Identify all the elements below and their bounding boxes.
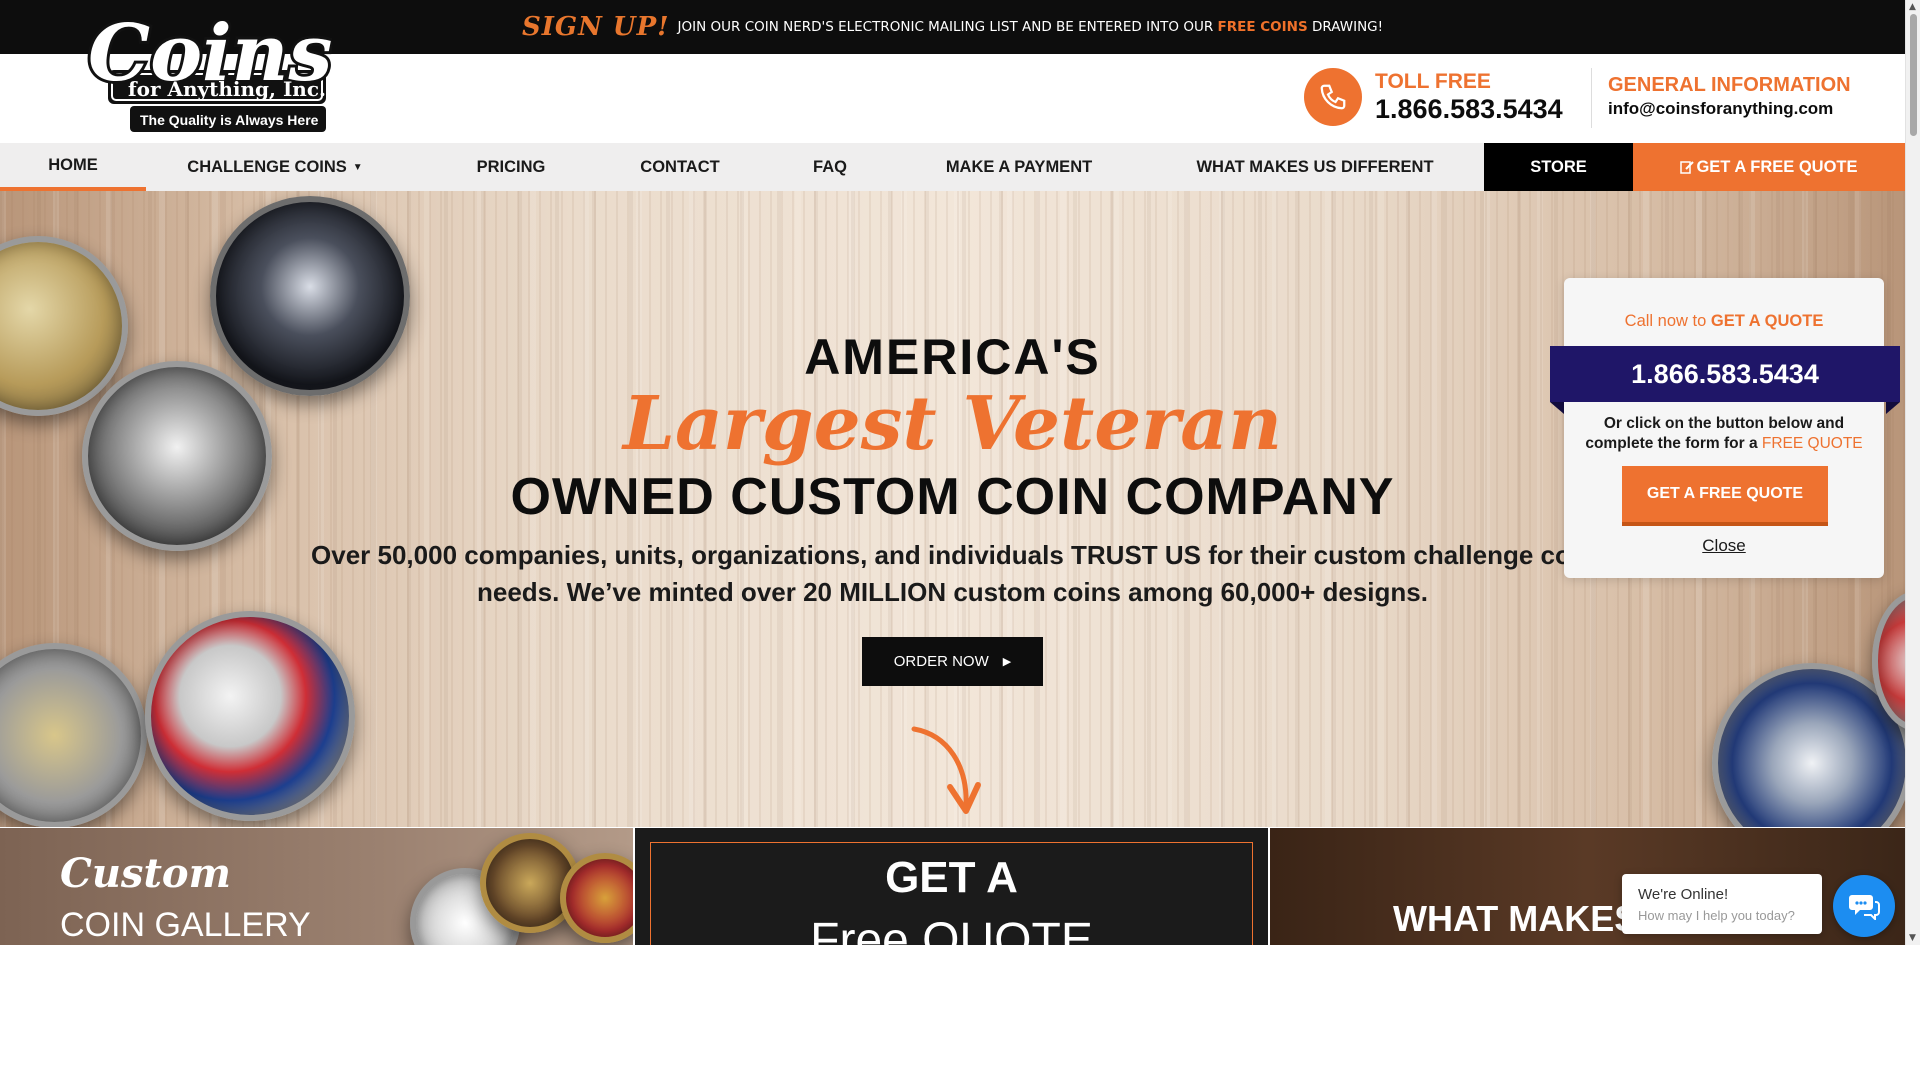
coin-image	[560, 853, 633, 943]
scroll-up-icon[interactable]: ▲	[1909, 2, 1916, 12]
nav-store[interactable]: STORE	[1484, 143, 1633, 191]
scroll-down-icon[interactable]: ▼	[1909, 933, 1916, 943]
general-info-email[interactable]: info@coinsforanything.com	[1608, 99, 1833, 119]
popup-call-prefix: Call now to	[1624, 312, 1711, 330]
chat-online-text: We're Online!	[1638, 886, 1729, 903]
header-divider	[1591, 68, 1592, 128]
nav-home[interactable]: HOME	[0, 143, 146, 191]
popup-call-bold: GET A QUOTE	[1710, 312, 1824, 330]
nav-contact[interactable]: CONTACT	[627, 143, 733, 191]
scrollbar-thumb[interactable]	[1910, 14, 1917, 136]
announcement-text-end: DRAWING!	[1307, 19, 1384, 35]
ribbon-fold-left	[1550, 402, 1564, 414]
nav-get-a-free-quote-label: GET A FREE QUOTE	[1696, 157, 1858, 176]
get-a-quote-panel[interactable]: GET A Free QUOTE	[635, 828, 1268, 945]
order-now-label: ORDER NOW	[893, 653, 989, 670]
quote-panel-title: GET A	[885, 853, 1018, 902]
gallery-title: COIN GALLERY	[60, 906, 311, 944]
announcement-text: JOIN OUR COIN NERD'S ELECTRONIC MAILING …	[677, 19, 1218, 35]
coin-image	[0, 643, 147, 827]
chat-help-text: How may I help you today?	[1638, 908, 1795, 923]
edit-icon	[1680, 161, 1695, 174]
nav-what-makes-us-different-label: WHAT MAKES US DIFFERENT	[1196, 157, 1434, 176]
nav-faq-label: FAQ	[813, 157, 847, 176]
popup-instructions: Or click on the button below and complet…	[1574, 414, 1874, 454]
coin-gallery-panel[interactable]: Custom COIN GALLERY	[0, 828, 633, 945]
nav-pricing-label: PRICING	[476, 157, 546, 176]
popup-get-a-free-quote-button[interactable]: GET A FREE QUOTE	[1622, 466, 1828, 526]
vertical-scrollbar[interactable]: ▲ ▼	[1905, 0, 1920, 945]
order-now-button[interactable]: ORDER NOW ▶	[862, 637, 1043, 686]
main-navigation: HOME CHALLENGE COINS ▼ PRICING CONTACT FA…	[0, 143, 1905, 191]
toll-free-number[interactable]: 1.866.583.5434	[1375, 94, 1563, 125]
nav-home-label: HOME	[48, 155, 98, 174]
nav-challenge-coins-label: CHALLENGE COINS	[187, 157, 347, 176]
nav-contact-label: CONTACT	[640, 157, 720, 176]
chevron-down-icon: ▼	[352, 161, 363, 173]
phone-icon[interactable]	[1304, 68, 1362, 126]
hero-description: Over 50,000 companies, units, organizati…	[311, 540, 1594, 607]
browser-viewport: SIGN UP! JOIN OUR COIN NERD'S ELECTRONIC…	[0, 0, 1920, 945]
announcement-message: JOIN OUR COIN NERD'S ELECTRONIC MAILING …	[678, 19, 1384, 35]
popup-phone-number[interactable]: 1.866.583.5434	[1550, 346, 1900, 402]
signup-label[interactable]: SIGN UP!	[522, 12, 670, 42]
nav-faq[interactable]: FAQ	[790, 143, 870, 191]
quote-panel-subtitle: Free QUOTE	[810, 914, 1093, 945]
nav-get-a-free-quote[interactable]: GET A FREE QUOTE	[1633, 143, 1905, 191]
chat-icon[interactable]	[1833, 875, 1895, 937]
nav-make-a-payment[interactable]: MAKE A PAYMENT	[924, 143, 1114, 191]
arrow-down-icon	[911, 726, 981, 814]
coin-image	[145, 611, 355, 821]
nav-challenge-coins[interactable]: CHALLENGE COINS ▼	[160, 143, 390, 191]
logo-company-text: for Anything, Inc.	[128, 77, 326, 101]
popup-call-text: Call now to GET A QUOTE	[1564, 312, 1884, 331]
general-info-label: GENERAL INFORMATION	[1608, 74, 1851, 96]
toll-free-label: TOLL FREE	[1375, 70, 1491, 93]
chat-bubble[interactable]: We're Online! How may I help you today?	[1622, 874, 1822, 934]
free-coins-highlight: FREE COINS	[1217, 19, 1308, 35]
caret-right-icon: ▶	[1002, 656, 1012, 668]
site-header: Coins for Anything, Inc. The Quality is …	[0, 20, 1905, 143]
quote-popup: Call now to GET A QUOTE 1.866.583.5434 O…	[1550, 278, 1900, 578]
site-logo[interactable]: Coins for Anything, Inc. The Quality is …	[30, 20, 332, 140]
popup-free-quote-highlight: FREE QUOTE	[1761, 435, 1863, 452]
nav-what-makes-us-different[interactable]: WHAT MAKES US DIFFERENT	[1170, 143, 1460, 191]
nav-make-a-payment-label: MAKE A PAYMENT	[945, 157, 1093, 176]
popup-close-link[interactable]: Close	[1564, 536, 1884, 556]
gallery-script-label: Custom	[60, 850, 231, 897]
ribbon-fold-right	[1886, 402, 1900, 414]
logo-tagline-text: The Quality is Always Here	[140, 112, 319, 128]
nav-pricing[interactable]: PRICING	[455, 143, 567, 191]
nav-store-label: STORE	[1530, 157, 1587, 176]
